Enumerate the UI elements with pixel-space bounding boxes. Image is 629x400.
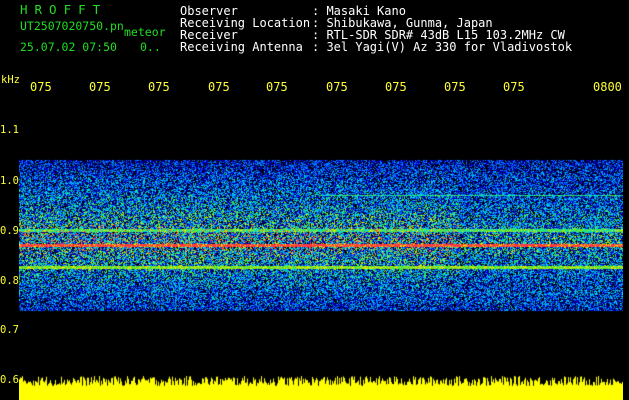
time-tick: 075 xyxy=(444,80,466,94)
spectrogram-canvas xyxy=(19,100,623,400)
value-antenna: : 3el Yagi(V) Az 330 for Vladivostok xyxy=(312,40,573,54)
time-tick: 075 xyxy=(148,80,170,94)
freq-label: 0.8 xyxy=(0,275,19,287)
label-antenna: Receiving Antenna xyxy=(180,40,303,54)
time-tick: 075 xyxy=(503,80,525,94)
time-tick: 075 xyxy=(89,80,111,94)
observation-datetime: 25.07.02 07:50 xyxy=(20,40,117,54)
time-tick: 075 xyxy=(326,80,348,94)
freq-label: 0.9 xyxy=(0,225,19,237)
freq-label: 0.7 xyxy=(0,324,19,336)
freq-label: 1.0 xyxy=(0,175,19,187)
freq-label: 0.6 xyxy=(0,374,19,386)
file-name: UT2507020750.pn xyxy=(20,19,124,33)
detection-count: 0.. xyxy=(140,40,161,54)
time-tick: 075 xyxy=(208,80,230,94)
axis-unit: kHz xyxy=(1,74,20,86)
app-logo: HROFFT xyxy=(20,2,108,17)
freq-label: 1.1 xyxy=(0,124,19,136)
detection-tag: meteor xyxy=(124,25,166,39)
time-tick: 075 xyxy=(30,80,52,94)
info-labels: Observer Receiving Location Receiver Rec… xyxy=(180,5,310,53)
info-values: : Masaki Kano : Shibukawa, Gunma, Japan … xyxy=(312,5,572,53)
time-tick: 075 xyxy=(266,80,288,94)
time-tick: 075 xyxy=(385,80,407,94)
time-tick: 0800 xyxy=(593,80,622,94)
